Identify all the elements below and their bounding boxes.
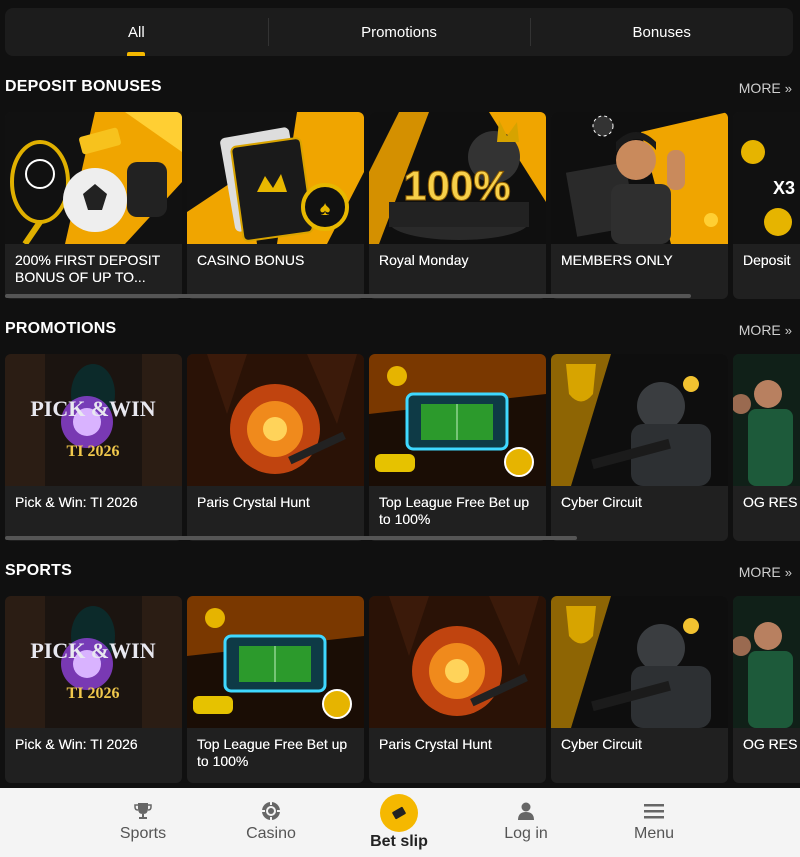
promo-image: [187, 596, 364, 728]
promo-card-title: MEMBERS ONLY: [561, 252, 673, 268]
nav-betslip-label: Bet slip: [370, 833, 428, 850]
promo-image: [369, 596, 546, 728]
promo-card-title: CASINO BONUS: [197, 252, 305, 268]
promo-image: PICK &WIN TI 2026: [5, 596, 182, 728]
promo-card[interactable]: 100% Royal Monday: [369, 112, 546, 299]
more-link[interactable]: MORE»: [739, 564, 792, 580]
nav-login-label: Log in: [504, 825, 548, 842]
card-carousel[interactable]: PICK &WIN TI 2026 Pick & Win: TI 2026: [5, 354, 800, 544]
promo-card-title: Pick & Win: TI 2026: [15, 736, 138, 752]
promo-image: [551, 354, 728, 486]
promo-image: [551, 112, 728, 244]
promo-card[interactable]: X3 Deposit: [733, 112, 800, 299]
tab-bonuses-label: Bonuses: [632, 23, 691, 41]
promo-card[interactable]: Paris Crystal Hunt: [369, 596, 546, 783]
promo-card[interactable]: Cyber Circuit: [551, 354, 728, 541]
nav-casino-label: Casino: [246, 825, 296, 842]
more-link[interactable]: MORE»: [739, 80, 792, 96]
section-title: DEPOSIT BONUSES: [5, 78, 162, 95]
more-label: MORE: [738, 564, 781, 580]
svg-text:♠: ♠: [320, 198, 331, 220]
nav-sports[interactable]: Sports: [83, 788, 203, 857]
promo-image: ♠: [187, 112, 364, 244]
more-label: MORE: [738, 80, 781, 96]
promo-card-title: Top League Free Bet up to 100%: [379, 494, 530, 527]
promo-image-subtext: TI 2026: [67, 685, 120, 702]
promo-image-text: PICK &WIN: [30, 396, 155, 421]
more-link[interactable]: MORE»: [739, 322, 792, 338]
promotions-section: PROMOTIONS MORE» PICK &WIN TI 2026 Pick …: [0, 314, 800, 541]
promo-card-title: Paris Crystal Hunt: [197, 494, 310, 510]
promo-card-title: Pick & Win: TI 2026: [15, 494, 138, 510]
promotions-page: All Promotions Bonuses DEPOSIT BONUSES M…: [0, 0, 800, 857]
promo-card-title: Paris Crystal Hunt: [379, 736, 492, 752]
promo-card-title: Cyber Circuit: [561, 736, 642, 752]
promo-image: 100%: [369, 112, 546, 244]
section-title: SPORTS: [5, 562, 72, 579]
promo-image: [733, 596, 800, 728]
card-carousel[interactable]: 200% FIRST DEPOSIT BONUS OF UP TO... ♠ C…: [5, 112, 800, 302]
promo-card[interactable]: ♠ CASINO BONUS: [187, 112, 364, 299]
nav-login[interactable]: Log in: [466, 788, 586, 857]
promo-card-title: Cyber Circuit: [561, 494, 642, 510]
user-icon: [516, 800, 536, 822]
card-carousel[interactable]: PICK &WIN TI 2026 Pick & Win: TI 2026: [5, 596, 800, 786]
nav-menu-label: Menu: [633, 825, 675, 842]
promo-image: X3: [733, 112, 800, 244]
promo-image-text: PICK &WIN: [30, 638, 155, 663]
hamburger-menu-icon: [643, 800, 665, 822]
tab-bonuses[interactable]: Bonuses: [530, 8, 793, 56]
promo-card-title: Deposit: [743, 252, 791, 268]
promo-image: [551, 596, 728, 728]
carousel-scrollbar[interactable]: [5, 536, 577, 540]
promo-card[interactable]: Top League Free Bet up to 100%: [369, 354, 546, 541]
promo-card[interactable]: Top League Free Bet up to 100%: [187, 596, 364, 783]
promo-card[interactable]: Paris Crystal Hunt: [187, 354, 364, 541]
nav-betslip[interactable]: Bet slip: [339, 788, 459, 857]
promo-image: [5, 112, 182, 244]
nav-menu[interactable]: Menu: [594, 788, 714, 857]
nav-casino[interactable]: Casino: [211, 788, 331, 857]
double-chevron-right-icon: »: [784, 564, 792, 580]
promo-image: [733, 354, 800, 486]
promo-card[interactable]: OG RES REWAR: [733, 354, 800, 541]
deposit-bonuses-section: DEPOSIT BONUSES MORE» 200% FIRST DEPOSIT…: [0, 72, 800, 299]
bottom-navigation: Sports Casino Bet slip Log in Menu: [0, 788, 800, 857]
double-chevron-right-icon: »: [784, 322, 792, 338]
promo-card[interactable]: OG RES REWAR: [733, 596, 800, 783]
category-tabs: All Promotions Bonuses: [5, 8, 793, 56]
promo-card-title: Top League Free Bet up to 100%: [197, 736, 348, 769]
section-title: PROMOTIONS: [5, 320, 117, 337]
promo-card[interactable]: 200% FIRST DEPOSIT BONUS OF UP TO...: [5, 112, 182, 299]
svg-text:X3: X3: [773, 178, 795, 198]
tab-promotions-label: Promotions: [361, 23, 437, 41]
nav-sports-label: Sports: [119, 825, 167, 842]
promo-card[interactable]: PICK &WIN TI 2026 Pick & Win: TI 2026: [5, 354, 182, 541]
promo-image-subtext: TI 2026: [67, 443, 120, 460]
promo-card[interactable]: Cyber Circuit: [551, 596, 728, 783]
promo-card[interactable]: MEMBERS ONLY: [551, 112, 728, 299]
promo-image-text: 100%: [403, 162, 510, 209]
trophy-icon: [133, 800, 153, 822]
promo-card-title: Royal Monday: [379, 252, 469, 268]
promo-card-title: OG RES REWAR: [743, 494, 800, 510]
promo-image: PICK &WIN TI 2026: [5, 354, 182, 486]
double-chevron-right-icon: »: [784, 80, 792, 96]
tab-all[interactable]: All: [5, 8, 268, 56]
carousel-scrollbar[interactable]: [5, 294, 691, 298]
promo-card-title: 200% FIRST DEPOSIT BONUS OF UP TO...: [15, 252, 160, 285]
tab-all-label: All: [128, 23, 145, 41]
casino-chip-icon: [261, 800, 281, 822]
promo-card[interactable]: PICK &WIN TI 2026 Pick & Win: TI 2026: [5, 596, 182, 783]
promo-image: [369, 354, 546, 486]
ticket-icon: [380, 794, 418, 832]
sports-section: SPORTS MORE» PICK &WIN TI 2026 Pick & Wi…: [0, 556, 800, 783]
tab-promotions[interactable]: Promotions: [267, 8, 531, 56]
promo-card-title: OG RES REWAR: [743, 736, 800, 752]
more-label: MORE: [738, 322, 781, 338]
promo-image: [187, 354, 364, 486]
